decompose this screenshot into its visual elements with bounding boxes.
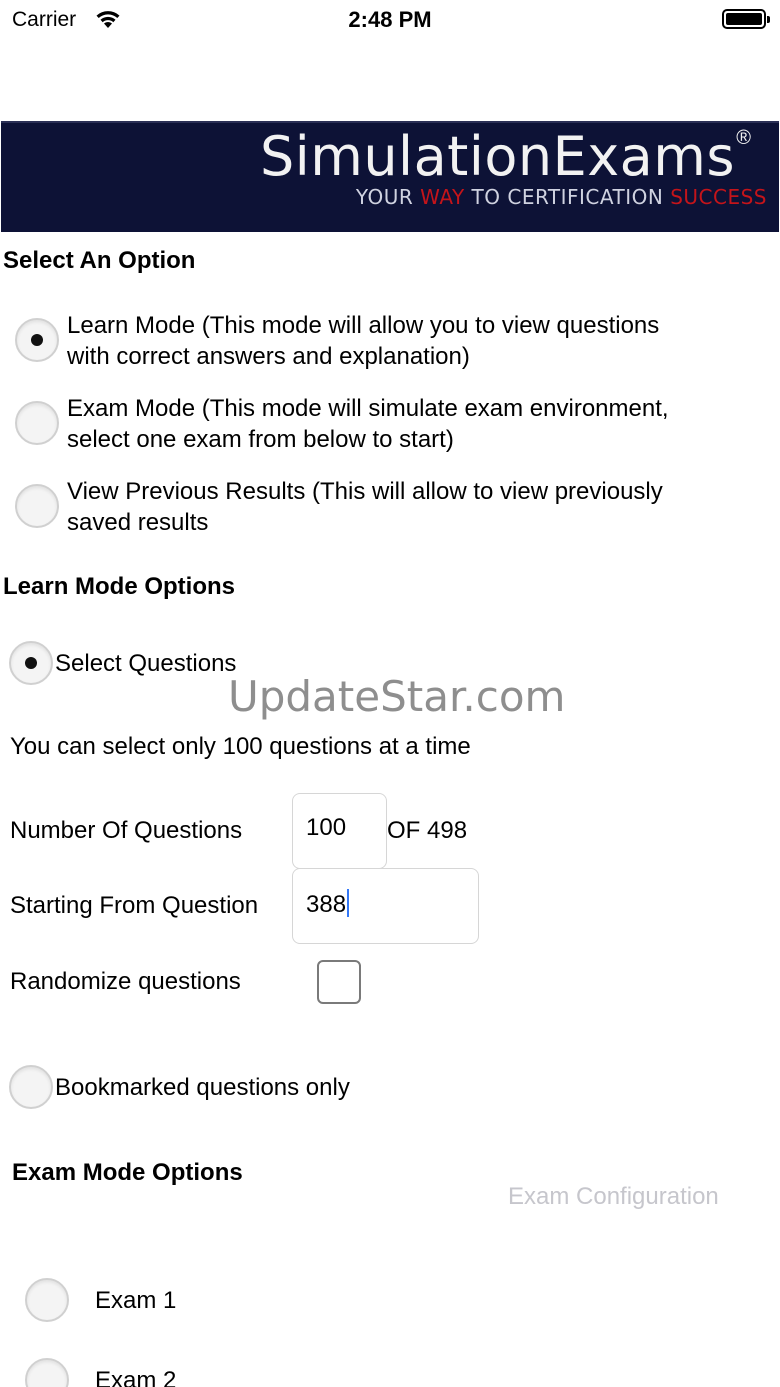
brand-banner: SimulationExams ® YOUR WAY TO CERTIFICAT… bbox=[1, 121, 779, 232]
number-of-questions-label: Number Of Questions bbox=[10, 817, 243, 844]
watermark: UpdateStar.com bbox=[228, 672, 566, 721]
bookmarked-label[interactable]: Bookmarked questions only bbox=[55, 1072, 350, 1103]
randomize-checkbox[interactable] bbox=[317, 960, 361, 1004]
battery-icon bbox=[722, 9, 770, 29]
view-results-line-2: saved results bbox=[67, 509, 209, 536]
exam-mode-options-heading: Exam Mode Options bbox=[12, 1159, 243, 1186]
question-limit-info: You can select only 100 questions at a t… bbox=[10, 733, 471, 760]
exam-mode-line-1: Exam Mode (This mode will simulate exam … bbox=[67, 395, 669, 422]
view-results-label[interactable]: View Previous Results (This will allow t… bbox=[67, 476, 663, 538]
tagline-success: SUCCESS bbox=[670, 185, 767, 209]
learn-mode-line-1: Learn Mode (This mode will allow you to … bbox=[67, 312, 660, 339]
number-of-questions-value: 100 bbox=[306, 814, 347, 841]
exam-1-label[interactable]: Exam 1 bbox=[95, 1285, 176, 1316]
tagline-part-2: TO CERTIFICATION bbox=[464, 185, 671, 209]
select-questions-radio[interactable] bbox=[9, 641, 53, 685]
exam-mode-line-2: select one exam from below to start) bbox=[67, 426, 454, 453]
brand-title: SimulationExams bbox=[259, 125, 735, 188]
starting-question-input[interactable]: 388 bbox=[292, 868, 479, 944]
bookmarked-radio[interactable] bbox=[9, 1065, 53, 1109]
exam-mode-radio[interactable] bbox=[15, 401, 59, 445]
starting-question-label: Starting From Question bbox=[10, 892, 259, 919]
exam-configuration-button[interactable]: Exam Configuration bbox=[508, 1183, 719, 1211]
starting-question-value: 388 bbox=[306, 891, 347, 918]
registered-mark: ® bbox=[736, 127, 751, 149]
exam-1-radio[interactable] bbox=[25, 1278, 69, 1322]
exam-mode-label[interactable]: Exam Mode (This mode will simulate exam … bbox=[67, 393, 669, 455]
total-questions-label: OF 498 bbox=[387, 817, 468, 844]
clock: 2:48 PM bbox=[348, 7, 432, 32]
select-questions-label[interactable]: Select Questions bbox=[55, 648, 236, 679]
learn-mode-options-heading: Learn Mode Options bbox=[3, 573, 236, 600]
brand-tagline: YOUR WAY TO CERTIFICATION SUCCESS bbox=[356, 185, 767, 209]
tagline-way: WAY bbox=[420, 185, 465, 209]
randomize-label: Randomize questions bbox=[10, 968, 241, 995]
learn-mode-line-2: with correct answers and explanation) bbox=[67, 343, 470, 370]
exam-2-radio[interactable] bbox=[25, 1358, 69, 1387]
select-option-heading: Select An Option bbox=[3, 247, 196, 274]
view-results-line-1: View Previous Results (This will allow t… bbox=[67, 478, 663, 505]
number-of-questions-input[interactable]: 100 bbox=[292, 793, 387, 869]
text-cursor bbox=[347, 889, 350, 917]
status-bar: Carrier 2:48 PM bbox=[0, 0, 780, 40]
view-results-radio[interactable] bbox=[15, 484, 59, 528]
tagline-part-1: YOUR bbox=[355, 185, 421, 209]
learn-mode-label[interactable]: Learn Mode (This mode will allow you to … bbox=[67, 310, 659, 372]
learn-mode-radio[interactable] bbox=[15, 318, 59, 362]
exam-2-label[interactable]: Exam 2 bbox=[95, 1365, 176, 1387]
